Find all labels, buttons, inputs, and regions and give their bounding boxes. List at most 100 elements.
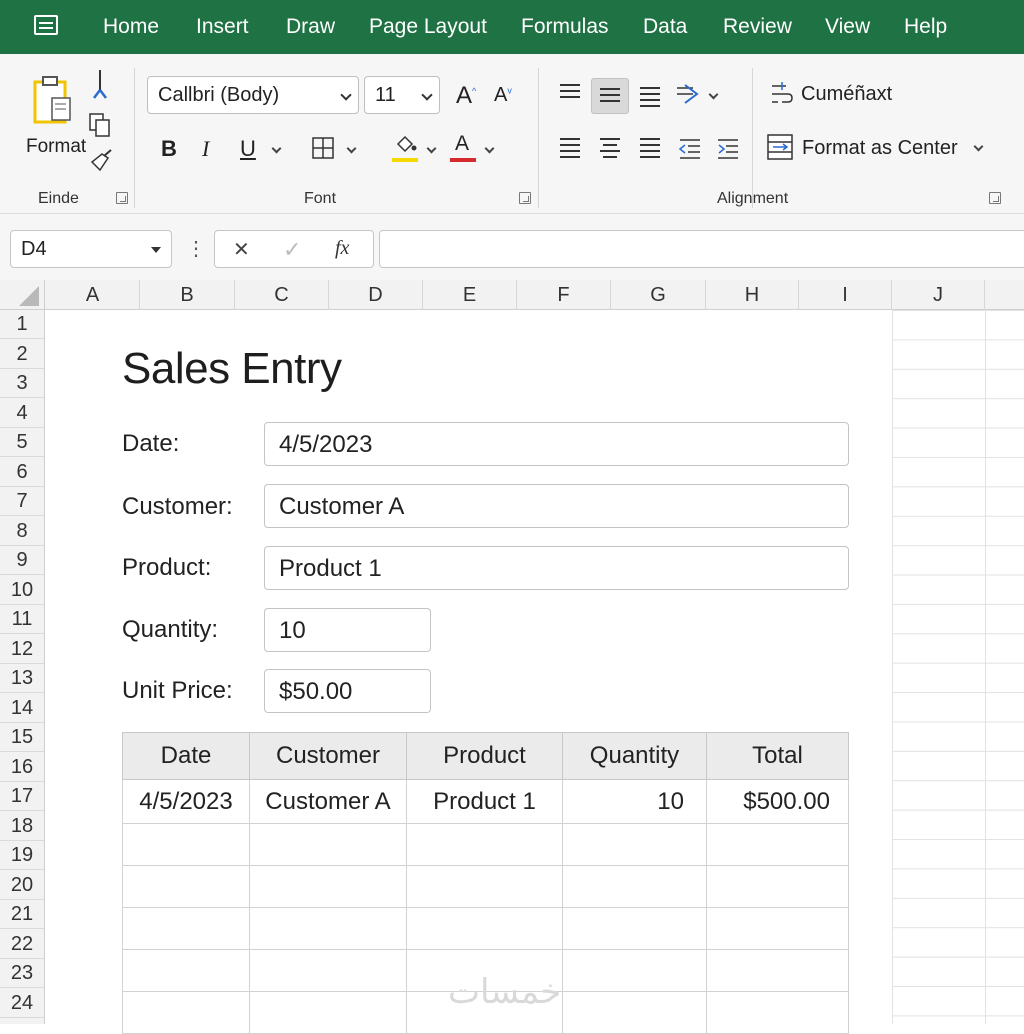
orientation-chevron-icon[interactable]: [708, 89, 719, 100]
empty-cell[interactable]: [562, 907, 707, 950]
column-header-product[interactable]: Product: [406, 732, 563, 780]
format-brush-icon[interactable]: [88, 148, 114, 174]
tab-view[interactable]: View: [825, 15, 870, 39]
customer-field[interactable]: Customer A: [264, 484, 849, 528]
align-left-icon[interactable]: [560, 138, 582, 158]
formula-input[interactable]: [379, 230, 1024, 268]
column-header-e[interactable]: E: [423, 280, 517, 310]
merge-center-button[interactable]: Format as Center: [767, 132, 992, 166]
name-box[interactable]: D4: [10, 230, 172, 268]
empty-cell[interactable]: [706, 949, 849, 992]
empty-cell[interactable]: [562, 865, 707, 908]
align-center-icon[interactable]: [600, 138, 622, 158]
row-header[interactable]: 14: [0, 693, 44, 723]
empty-cell[interactable]: [706, 865, 849, 908]
formula-bar-grip-icon[interactable]: ⋮: [186, 236, 206, 261]
row-header[interactable]: 24: [0, 988, 44, 1018]
align-right-icon[interactable]: [640, 138, 662, 158]
column-header-h[interactable]: H: [706, 280, 799, 310]
empty-cell[interactable]: [406, 823, 563, 866]
row-header[interactable]: 1: [0, 310, 44, 339]
column-header-customer[interactable]: Customer: [249, 732, 407, 780]
enter-icon[interactable]: ✓: [283, 237, 301, 263]
cancel-icon[interactable]: ✕: [233, 237, 250, 262]
row-header[interactable]: 8: [0, 516, 44, 546]
insert-function-icon[interactable]: fx: [335, 237, 349, 260]
column-header-g[interactable]: G: [611, 280, 706, 310]
column-header-date[interactable]: Date: [122, 732, 250, 780]
format-painter-button[interactable]: Format: [22, 74, 92, 157]
align-top-icon[interactable]: [560, 84, 582, 102]
empty-cell[interactable]: [706, 991, 849, 1034]
underline-button[interactable]: U: [240, 136, 256, 162]
row-header[interactable]: 22: [0, 929, 44, 959]
font-size-dropdown[interactable]: 11: [364, 76, 440, 114]
row-header[interactable]: 5: [0, 428, 44, 457]
row-header[interactable]: 15: [0, 723, 44, 752]
font-name-dropdown[interactable]: Callbri (Body): [147, 76, 359, 114]
cell-product[interactable]: Product 1: [406, 779, 563, 824]
row-header[interactable]: 19: [0, 841, 44, 870]
empty-cell[interactable]: [249, 907, 407, 950]
empty-cell[interactable]: [249, 949, 407, 992]
row-header[interactable]: 16: [0, 752, 44, 782]
wrap-text-button[interactable]: Cuméñaxt: [770, 80, 920, 112]
row-header[interactable]: 2: [0, 339, 44, 369]
quantity-field[interactable]: 10: [264, 608, 431, 652]
fill-color-button[interactable]: [392, 134, 420, 164]
column-header-c[interactable]: C: [235, 280, 329, 310]
empty-cell[interactable]: [406, 865, 563, 908]
empty-cell[interactable]: [706, 823, 849, 866]
italic-button[interactable]: I: [202, 136, 209, 162]
column-header-f[interactable]: F: [517, 280, 611, 310]
cell-quantity[interactable]: 10: [562, 779, 707, 824]
tab-formulas[interactable]: Formulas: [521, 15, 609, 39]
row-header[interactable]: 12: [0, 634, 44, 664]
row-header[interactable]: 6: [0, 457, 44, 487]
row-header[interactable]: 13: [0, 664, 44, 693]
row-header[interactable]: 9: [0, 546, 44, 575]
select-all-button[interactable]: [0, 280, 45, 310]
product-field[interactable]: Product 1: [264, 546, 849, 590]
empty-cells[interactable]: [892, 310, 1024, 1024]
row-header[interactable]: 21: [0, 900, 44, 929]
column-header-d[interactable]: D: [329, 280, 423, 310]
row-header[interactable]: 18: [0, 811, 44, 841]
tab-data[interactable]: Data: [643, 15, 687, 39]
empty-cell[interactable]: [406, 907, 563, 950]
alignment-launcher-icon[interactable]: [989, 192, 1001, 204]
empty-cell[interactable]: [249, 991, 407, 1034]
row-header[interactable]: 20: [0, 870, 44, 900]
tab-insert[interactable]: Insert: [196, 15, 249, 39]
copy-icon[interactable]: [88, 112, 112, 138]
tab-home[interactable]: Home: [103, 15, 159, 39]
column-header-a[interactable]: A: [46, 280, 140, 310]
cell-customer[interactable]: Customer A: [249, 779, 407, 824]
empty-cell[interactable]: [249, 823, 407, 866]
empty-cell[interactable]: [562, 949, 707, 992]
row-header[interactable]: 17: [0, 782, 44, 811]
empty-cell[interactable]: [249, 865, 407, 908]
cut-icon[interactable]: [90, 68, 110, 102]
orientation-icon[interactable]: [675, 82, 701, 106]
empty-cell[interactable]: [562, 823, 707, 866]
column-header-j[interactable]: J: [892, 280, 985, 310]
row-header[interactable]: 10: [0, 575, 44, 605]
bold-button[interactable]: B: [161, 136, 177, 162]
font-color-chevron-icon[interactable]: [484, 143, 495, 154]
align-middle-button[interactable]: [591, 78, 629, 114]
row-header[interactable]: 11: [0, 605, 44, 634]
increase-indent-icon[interactable]: [716, 138, 740, 160]
font-launcher-icon[interactable]: [519, 192, 531, 204]
empty-cell[interactable]: [122, 991, 250, 1034]
empty-cell[interactable]: [562, 991, 707, 1034]
row-header[interactable]: 23: [0, 959, 44, 988]
tab-review[interactable]: Review: [723, 15, 792, 39]
font-color-button[interactable]: A: [450, 132, 478, 164]
fill-color-chevron-icon[interactable]: [426, 143, 437, 154]
app-menu-icon[interactable]: [34, 15, 58, 35]
row-header[interactable]: 7: [0, 487, 44, 516]
empty-cell[interactable]: [122, 865, 250, 908]
row-header[interactable]: 4: [0, 398, 44, 428]
shrink-font-button[interactable]: Av: [494, 84, 512, 107]
